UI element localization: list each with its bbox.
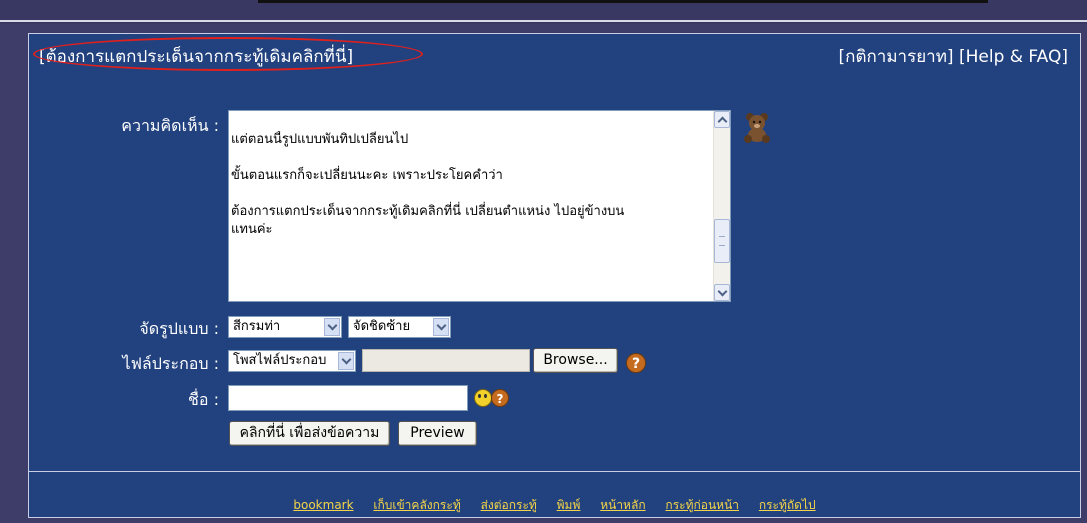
help-faq-link[interactable]: [Help & FAQ] (959, 47, 1068, 67)
attachment-select[interactable]: โพสไฟล์ประกอบ (228, 350, 356, 372)
footer-link-forward[interactable]: ส่งต่อกระทู้ (481, 498, 537, 512)
smiley-icon[interactable] (474, 389, 492, 407)
chevron-down-icon (338, 352, 354, 370)
comment-text: แต่ตอนนี้รูปแบบพันทิปเปลี่ยนไป ขั้นตอนแร… (231, 132, 625, 237)
reply-panel: [ต้องการแตกประเด็นจากกระทู้เดิมคลิกที่นี… (28, 33, 1081, 518)
footer-link-bookmark[interactable]: bookmark (293, 498, 353, 512)
chevron-down-icon (433, 318, 449, 336)
scroll-up-button[interactable] (714, 111, 730, 128)
footer-link-previous-topic[interactable]: กระทู้ก่อนหน้า (665, 498, 739, 512)
comment-textarea[interactable]: แต่ตอนนี้รูปแบบพันทิปเปลี่ยนไป ขั้นตอนแร… (228, 110, 731, 302)
top-divider (0, 20, 1087, 22)
footer-link-archive[interactable]: เก็บเข้าคลังกระทู้ (373, 498, 460, 512)
align-select[interactable]: จัดชิดซ้าย (348, 316, 451, 338)
name-label: ชื่อ : (188, 390, 219, 409)
name-help-icon[interactable]: ? (491, 389, 509, 407)
color-select[interactable]: สีกรมท่า (228, 316, 342, 338)
file-path-input[interactable] (362, 349, 530, 372)
footer-link-next-topic[interactable]: กระทู้ถัดไป (759, 498, 816, 512)
top-bar-accent (258, 0, 988, 3)
footer-divider (29, 471, 1080, 472)
help-icon[interactable]: ? (626, 353, 646, 373)
rules-link[interactable]: [กติกามารยาท] (839, 47, 954, 67)
scroll-down-button[interactable] (714, 284, 730, 301)
chevron-down-icon (324, 318, 340, 336)
align-select-value: จัดชิดซ้าย (353, 319, 411, 334)
top-right-links: [กติกามารยาท] [Help & FAQ] (839, 43, 1068, 70)
branch-topic-label: [ต้องการแตกประเด็นจากกระทู้เดิมคลิกที่นี… (39, 47, 354, 67)
color-select-value: สีกรมท่า (233, 319, 281, 334)
scroll-thumb[interactable] (714, 219, 730, 263)
comment-scrollbar[interactable] (713, 111, 730, 301)
format-label: จัดรูปแบบ : (139, 319, 219, 338)
browse-button[interactable]: Browse... (533, 348, 618, 373)
attachment-label: ไฟล์ประกอบ : (122, 354, 219, 373)
branch-topic-link[interactable]: [ต้องการแตกประเด็นจากกระทู้เดิมคลิกที่นี… (33, 37, 423, 71)
attachment-select-value: โพสไฟล์ประกอบ (233, 353, 327, 368)
footer-link-print[interactable]: พิมพ์ (557, 498, 581, 512)
footer-links: bookmark เก็บเข้าคลังกระทู้ ส่งต่อกระทู้… (29, 496, 1080, 515)
footer-link-home[interactable]: หน้าหลัก (600, 498, 645, 512)
preview-button[interactable]: Preview (398, 421, 477, 446)
name-input[interactable] (228, 385, 468, 411)
teddy-bear-icon[interactable] (742, 112, 772, 144)
submit-button[interactable]: คลิกที่นี่ เพื่อส่งข้อความ (229, 421, 390, 446)
comment-label: ความคิดเห็น : (121, 116, 219, 135)
